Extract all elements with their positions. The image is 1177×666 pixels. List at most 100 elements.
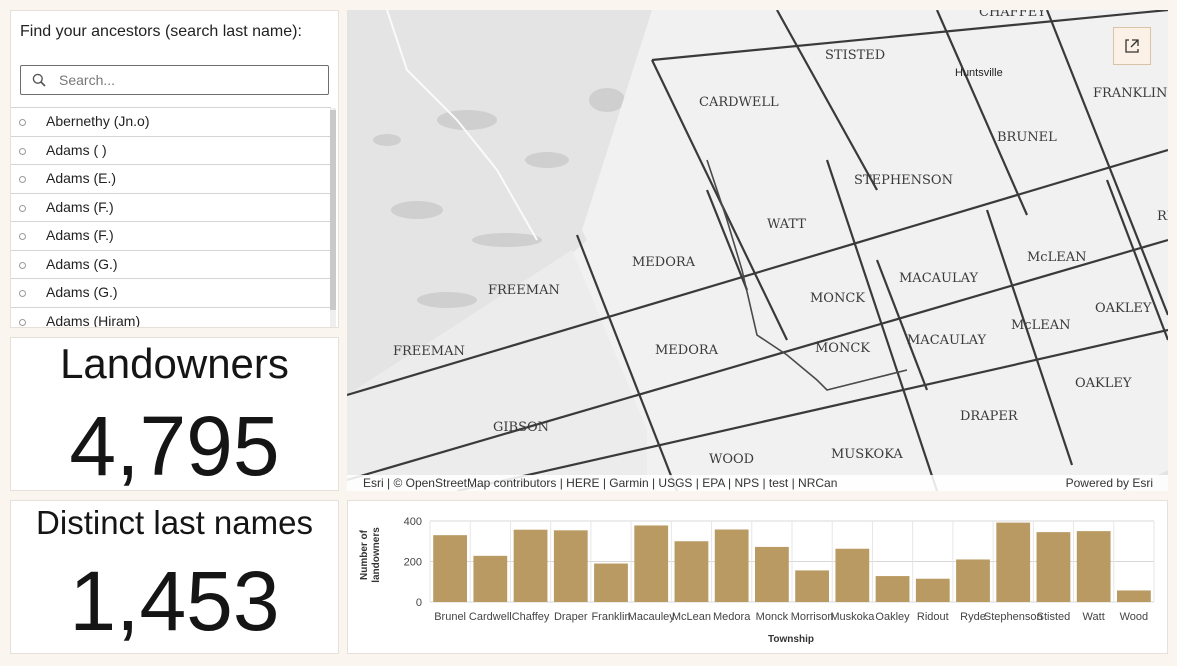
map-label-watt: WATT [767, 217, 806, 232]
ancestor-list: Abernethy (Jn.o) Adams ( ) Adams (E.) Ad… [11, 107, 331, 328]
map-label-cardwell: CARDWELL [699, 95, 779, 110]
map-attribution[interactable]: Esri | © OpenStreetMap contributors | HE… [363, 476, 837, 490]
bar-ryde[interactable] [956, 559, 990, 602]
map-label-chaffey: CHAFFEY [979, 10, 1046, 20]
list-title: Find your ancestors (search last name): [20, 23, 302, 40]
bar-mclean[interactable] [674, 541, 709, 602]
list-item-label: Adams (E.) [46, 170, 117, 186]
bar-morrison[interactable] [795, 570, 830, 602]
map-label-monck-south: MONCK [815, 341, 870, 356]
map-canvas[interactable]: CHAFFEY STISTED Huntsville FRANKLIN CARD… [347, 10, 1168, 491]
x-tick-label: Medora [713, 611, 751, 623]
radio-icon[interactable] [19, 261, 26, 269]
list-scrollbar-thumb[interactable] [330, 110, 336, 310]
bar-chaffey[interactable] [513, 529, 548, 602]
list-item-label: Adams ( ) [46, 141, 107, 158]
radio-icon[interactable] [19, 318, 26, 326]
map-label-wood: WOOD [709, 452, 754, 467]
map-label-freeman-south: FREEMAN [393, 344, 465, 359]
list-item[interactable]: Adams ( ) [11, 135, 331, 165]
map-label-stephenson: STEPHENSON [854, 173, 953, 188]
radio-icon[interactable] [19, 147, 26, 155]
map-label-oakley-south: OAKLEY [1075, 376, 1132, 391]
x-tick-label: Cardwell [469, 611, 512, 623]
list-item[interactable]: Adams (G.) [11, 249, 331, 279]
bar-stephenson[interactable] [996, 522, 1031, 602]
list-item-label: Adams (G.) [46, 284, 118, 300]
radio-icon[interactable] [19, 176, 26, 183]
map-label-stisted: STISTED [825, 48, 885, 63]
x-tick-label: Wood [1120, 611, 1149, 623]
search-box[interactable] [20, 65, 329, 95]
map-label-medora-south: MEDORA [655, 343, 719, 358]
map-label-mclean-north: McLEAN [1027, 250, 1086, 265]
y-tick-label: 0 [416, 597, 422, 609]
bar-wood[interactable] [1116, 590, 1151, 602]
radio-icon[interactable] [19, 119, 26, 126]
bar-muskoka[interactable] [835, 548, 870, 602]
bar-ridout[interactable] [915, 578, 950, 602]
township-bar-chart: 0 200 400 Brunel Cardwell Chaffey Draper Frankl… [347, 500, 1168, 654]
x-tick-label: Chaffey [512, 611, 550, 623]
x-tick-label: Muskoka [830, 611, 875, 623]
bar-franklin[interactable] [594, 563, 628, 602]
distinct-names-value: 1,453 [69, 554, 280, 648]
map-label-huntsville: Huntsville [955, 67, 1003, 79]
map-label-draper: DRAPER [960, 409, 1019, 424]
map-view[interactable]: CHAFFEY STISTED Huntsville FRANKLIN CARD… [347, 10, 1168, 491]
map-label-mclean-south: McLEAN [1011, 318, 1070, 333]
bar-oakley[interactable] [875, 576, 910, 602]
list-item-label: Adams (Hiram) [46, 312, 141, 328]
map-label-medora-north: MEDORA [632, 255, 696, 270]
ancestor-search-panel: Find your ancestors (search last name): … [10, 10, 339, 328]
bar-medora[interactable] [714, 529, 749, 602]
list-item[interactable]: Adams (F.) [11, 221, 331, 250]
x-tick-label: Draper [554, 611, 588, 623]
x-tick-label: Ridout [917, 611, 949, 623]
x-tick-label: Ryde [960, 611, 986, 623]
list-item[interactable]: Adams (F.) [11, 192, 331, 222]
map-attribution-bar: Esri | © OpenStreetMap contributors | HE… [347, 475, 1168, 491]
list-item-label: Abernethy (Jn.o) [46, 113, 150, 129]
x-axis-title: Township [768, 634, 814, 645]
x-tick-label: Stisted [1037, 611, 1071, 623]
map-label-brunel: BRUNEL [997, 130, 1057, 145]
map-label-macaulay-north: MACAULAY [899, 271, 978, 286]
x-tick-label: McLean [672, 611, 711, 623]
y-axis-title: Number oflandowners [359, 527, 382, 583]
bar-watt[interactable] [1076, 531, 1111, 602]
y-tick-label: 400 [404, 516, 422, 528]
map-label-rid: RID [1157, 209, 1168, 224]
list-item[interactable]: Adams (G.) [11, 278, 331, 307]
search-input[interactable] [59, 66, 319, 94]
map-label-franklin: FRANKLIN [1093, 86, 1167, 101]
bar-monck[interactable] [754, 546, 789, 602]
bar-cardwell[interactable] [473, 555, 508, 602]
bar-stisted[interactable] [1036, 532, 1071, 602]
distinct-names-indicator: Distinct last names 1,453 [10, 500, 339, 654]
bar-brunel[interactable] [433, 535, 468, 602]
powered-by-esri[interactable]: Powered by Esri [1066, 476, 1153, 490]
x-tick-label: Oakley [875, 611, 910, 623]
radio-icon[interactable] [19, 233, 26, 240]
y-tick-label: 200 [404, 557, 422, 569]
bar-macauley[interactable] [634, 525, 669, 602]
map-label-monck-north: MONCK [810, 291, 865, 306]
x-tick-label: Macauley [628, 611, 676, 623]
x-tick-label: Monck [756, 611, 789, 623]
landowners-title: Landowners [60, 340, 289, 387]
list-item[interactable]: Abernethy (Jn.o) [11, 107, 331, 136]
expand-button[interactable] [1113, 27, 1151, 65]
x-tick-label: Morrison [791, 611, 834, 623]
map-label-muskoka: MUSKOKA [831, 447, 903, 462]
map-label-freeman-north: FREEMAN [488, 283, 560, 298]
map-label-gibson: GIBSON [493, 420, 549, 435]
list-item-label: Adams (F.) [46, 198, 114, 215]
bar-draper[interactable] [553, 530, 588, 602]
radio-icon[interactable] [19, 204, 26, 212]
list-item-label: Adams (F.) [46, 227, 114, 243]
radio-icon[interactable] [19, 290, 26, 297]
x-tick-label: Brunel [434, 611, 466, 623]
list-item[interactable]: Adams (E.) [11, 164, 331, 193]
list-item[interactable]: Adams (Hiram) [11, 306, 331, 328]
